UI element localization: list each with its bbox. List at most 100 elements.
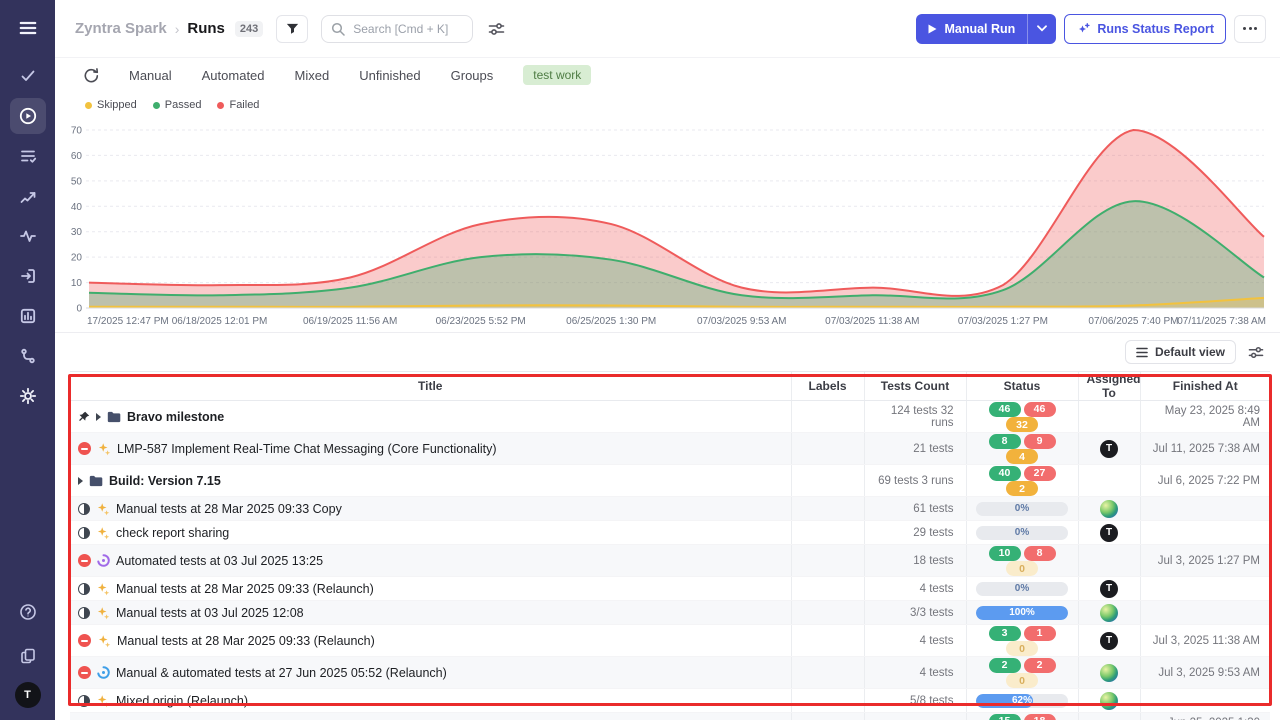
runs-status-report-button[interactable]: Runs Status Report — [1064, 14, 1226, 44]
sidebar: T — [0, 0, 55, 720]
help-icon[interactable] — [10, 594, 46, 630]
expand-caret-icon[interactable] — [96, 413, 101, 421]
cell-finished-at: May 23, 2025 8:49 AM — [1140, 401, 1270, 433]
legend-item-skipped[interactable]: Skipped — [85, 99, 137, 111]
cell-assigned-to: T — [1078, 521, 1140, 545]
reports-icon[interactable] — [10, 298, 46, 334]
search-field[interactable] — [351, 21, 463, 37]
default-view-button[interactable]: Default view — [1125, 340, 1236, 364]
assignee-avatar[interactable] — [1100, 604, 1118, 622]
folder-icon — [89, 475, 103, 487]
activity-icon[interactable] — [10, 218, 46, 254]
filter-button[interactable] — [276, 15, 308, 43]
legend-item-passed[interactable]: Passed — [153, 99, 202, 111]
sparkle-plus-icon — [1076, 22, 1090, 36]
run-title[interactable]: check report sharing — [116, 526, 229, 540]
menu-icon[interactable] — [10, 10, 46, 46]
tab-mixed[interactable]: Mixed — [295, 68, 330, 83]
failed-count-badge: 1 — [1024, 626, 1056, 641]
table-row[interactable]: Manual tests at 28 Mar 2025 09:33 Copy61… — [70, 497, 1270, 521]
table-row[interactable]: Manual tests at 28 Mar 2025 09:33 (Relau… — [70, 577, 1270, 601]
manual-run-dropdown-button[interactable] — [1028, 14, 1056, 44]
assignee-avatar[interactable]: T — [1100, 440, 1118, 458]
breadcrumb-project[interactable]: Zyntra Spark — [75, 20, 167, 37]
table-settings-icon[interactable] — [1246, 343, 1266, 362]
checks-icon[interactable] — [10, 58, 46, 94]
cell-finished-at: Jul 3, 2025 11:38 AM — [1140, 625, 1270, 657]
assignee-avatar[interactable]: T — [1100, 524, 1118, 542]
documents-icon[interactable] — [10, 638, 46, 674]
cell-finished-at: Jul 6, 2025 7:22 PM — [1140, 465, 1270, 497]
table-row[interactable]: Bravo milestone124 tests 32 runs464632Ma… — [70, 401, 1270, 433]
table-row[interactable]: check report sharing29 tests0%T — [70, 521, 1270, 545]
app-root: T Zyntra Spark › Runs 243 — [0, 0, 1280, 720]
column-labels[interactable]: Labels — [791, 372, 864, 401]
integrations-icon[interactable] — [10, 338, 46, 374]
assignee-avatar[interactable]: T — [1100, 580, 1118, 598]
settings-gear-icon[interactable] — [10, 378, 46, 414]
cell-assigned-to — [1078, 465, 1140, 497]
legend-item-failed[interactable]: Failed — [217, 99, 259, 111]
expand-caret-icon[interactable] — [78, 477, 83, 485]
cell-assigned-to: T — [1078, 625, 1140, 657]
assignee-avatar[interactable]: T — [1100, 632, 1118, 650]
cell-labels — [791, 601, 864, 625]
tab-groups[interactable]: Groups — [451, 68, 494, 83]
column-assigned-to[interactable]: Assigned To — [1078, 372, 1140, 401]
run-title[interactable]: Manual tests at 28 Mar 2025 09:33 (Relau… — [116, 582, 374, 596]
manual-run-icon — [97, 442, 111, 456]
cell-title: Manual tests at 28 Mar 2025 09:33 (Relau… — [70, 577, 791, 601]
milestones-icon[interactable] — [10, 178, 46, 214]
assignee-avatar[interactable] — [1100, 692, 1118, 710]
test-cases-icon[interactable] — [10, 138, 46, 174]
tab-automated[interactable]: Automated — [202, 68, 265, 83]
funnel-icon — [285, 22, 300, 36]
table-row[interactable]: mix origin 25/0633 tests15180TJun 25, 20… — [70, 713, 1270, 720]
table-row[interactable]: Manual tests at 28 Mar 2025 09:33 (Relau… — [70, 625, 1270, 657]
run-title[interactable]: Automated tests at 03 Jul 2025 13:25 — [116, 554, 323, 568]
more-options-button[interactable] — [1234, 15, 1266, 43]
run-title[interactable]: Manual & automated tests at 27 Jun 2025 … — [116, 666, 447, 680]
cell-status: 0% — [966, 497, 1078, 521]
run-in-progress-icon — [78, 607, 90, 619]
table-row[interactable]: Manual tests at 03 Jul 2025 12:083/3 tes… — [70, 601, 1270, 625]
column-title[interactable]: Title — [70, 372, 791, 401]
table-row[interactable]: LMP-587 Implement Real-Time Chat Messagi… — [70, 433, 1270, 465]
table-row[interactable]: Manual & automated tests at 27 Jun 2025 … — [70, 657, 1270, 689]
inbox-icon[interactable] — [10, 258, 46, 294]
table-row[interactable]: Build: Version 7.1569 tests 3 runs40272J… — [70, 465, 1270, 497]
table-row[interactable]: Automated tests at 03 Jul 2025 13:2518 t… — [70, 545, 1270, 577]
cell-assigned-to: T — [1078, 577, 1140, 601]
tab-unfinished[interactable]: Unfinished — [359, 68, 420, 83]
run-title[interactable]: Manual tests at 03 Jul 2025 12:08 — [116, 606, 304, 620]
cell-status: 894 — [966, 433, 1078, 465]
manual-run-button[interactable]: Manual Run — [916, 14, 1056, 44]
x-tick-label: 17/2025 12:47 PM — [87, 316, 169, 327]
assignee-avatar[interactable] — [1100, 500, 1118, 518]
run-title[interactable]: Manual tests at 28 Mar 2025 09:33 (Relau… — [117, 634, 375, 648]
test-runs-icon[interactable] — [10, 98, 46, 134]
column-tests-count[interactable]: Tests Count — [864, 372, 966, 401]
cell-status: 464632 — [966, 401, 1078, 433]
run-title[interactable]: Bravo milestone — [127, 410, 224, 424]
cell-title: Mixed origin (Relaunch) — [70, 689, 791, 713]
cell-assigned-to — [1078, 689, 1140, 713]
column-finished-at[interactable]: Finished At — [1140, 372, 1270, 401]
display-settings-icon[interactable] — [486, 19, 507, 39]
column-status[interactable]: Status — [966, 372, 1078, 401]
run-title[interactable]: Build: Version 7.15 — [109, 474, 221, 488]
tab-manual[interactable]: Manual — [129, 68, 172, 83]
tag-chip[interactable]: test work — [523, 65, 591, 85]
cell-labels — [791, 689, 864, 713]
run-title[interactable]: LMP-587 Implement Real-Time Chat Messagi… — [117, 442, 497, 456]
run-title[interactable]: Manual tests at 28 Mar 2025 09:33 Copy — [116, 502, 342, 516]
manual-run-icon — [96, 694, 110, 708]
runs-cycle-icon[interactable] — [83, 67, 99, 83]
run-title[interactable]: Mixed origin (Relaunch) — [116, 694, 248, 708]
user-avatar[interactable]: T — [15, 682, 41, 708]
search-input[interactable] — [321, 15, 473, 43]
failed-count-badge: 8 — [1024, 546, 1056, 561]
table-row[interactable]: Mixed origin (Relaunch)5/8 tests62% — [70, 689, 1270, 713]
assignee-avatar[interactable] — [1100, 664, 1118, 682]
cell-title: Manual tests at 03 Jul 2025 12:08 — [70, 601, 791, 625]
